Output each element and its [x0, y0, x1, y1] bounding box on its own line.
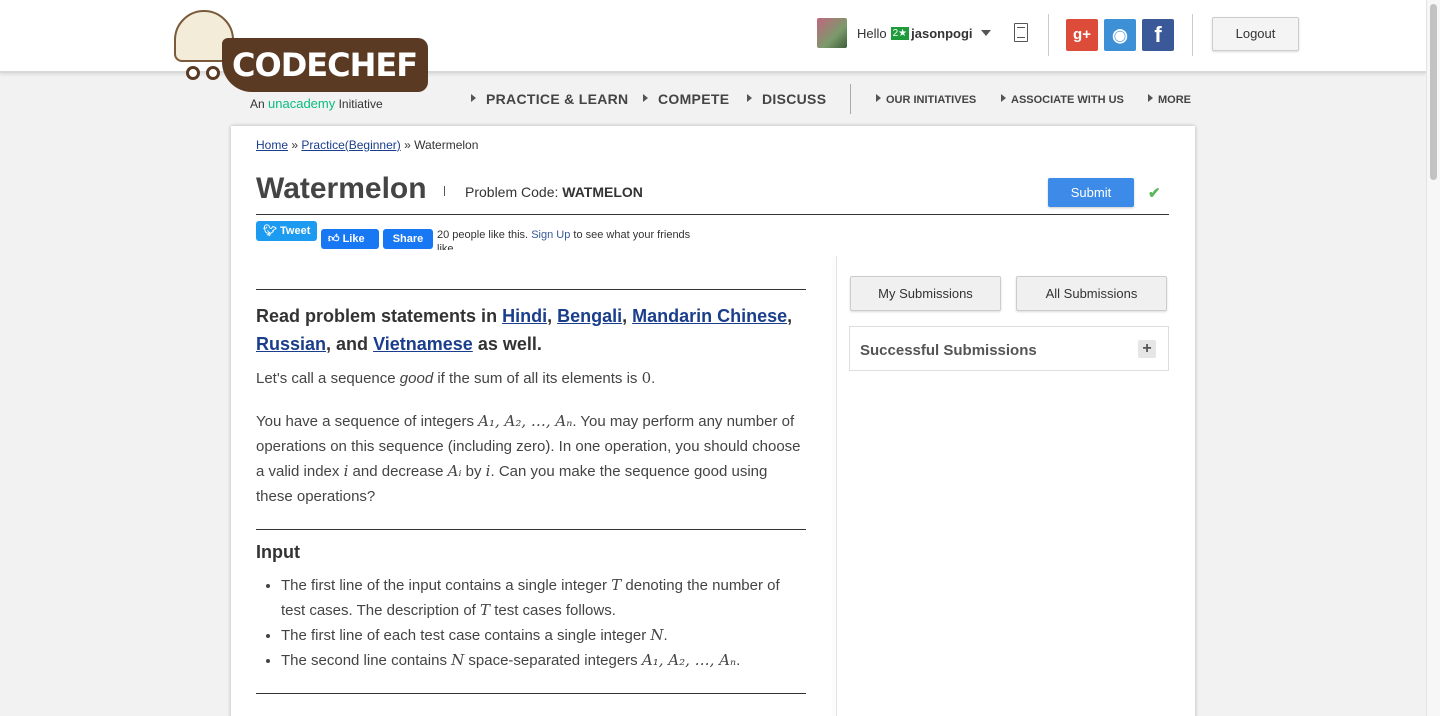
- problem-title: Watermelon: [256, 172, 427, 205]
- triangle-right-icon: [1001, 94, 1006, 102]
- triangle-right-icon: [876, 94, 881, 102]
- logo-tagline: An unacademy Initiative: [250, 96, 383, 111]
- title-divider: [444, 186, 445, 196]
- twitter-bird-icon: 🐦︎: [263, 225, 281, 237]
- breadcrumb-practice-link[interactable]: Practice(Beginner): [301, 138, 400, 152]
- column-divider: [836, 256, 837, 716]
- logo-wordmark: CODECHEF: [222, 38, 428, 92]
- expand-plus-icon[interactable]: +: [1138, 340, 1156, 358]
- successful-submissions-panel[interactable]: Successful Submissions +: [849, 326, 1169, 371]
- successful-submissions-title: Successful Submissions: [860, 342, 1037, 359]
- nav-discuss[interactable]: DISCUSS: [747, 91, 826, 107]
- problem-card: Home » Practice(Beginner) » Watermelon W…: [231, 126, 1195, 716]
- avatar[interactable]: [817, 18, 847, 48]
- lang-link-russian[interactable]: Russian: [256, 334, 326, 354]
- breadcrumb: Home » Practice(Beginner) » Watermelon: [256, 138, 479, 152]
- lang-link-bengali[interactable]: Bengali: [557, 306, 622, 326]
- section-rule: [256, 693, 806, 694]
- nav-compete[interactable]: COMPETE: [643, 91, 729, 107]
- hello-text: Hello: [857, 25, 887, 41]
- scrollbar-thumb[interactable]: [1430, 4, 1437, 180]
- list-item: The first line of the input contains a s…: [281, 573, 806, 623]
- facebook-like-count: 20 people like this. Sign Up to see what…: [437, 229, 691, 250]
- nav-associate-with-us[interactable]: ASSOCIATE WITH US: [1001, 94, 1124, 106]
- unacademy-brand: unacademy: [268, 96, 336, 111]
- problem-statement: Read problem statements in Hindi, Bengal…: [256, 289, 806, 694]
- username[interactable]: jasonpogi: [911, 26, 972, 41]
- facebook-like-button[interactable]: 👍︎ Like: [321, 229, 379, 249]
- triangle-right-icon: [1148, 94, 1153, 102]
- logout-button[interactable]: Logout: [1212, 17, 1299, 51]
- codechef-logo[interactable]: CODECHEF An unacademy Initiative: [170, 8, 432, 114]
- nav-our-initiatives[interactable]: OUR INITIATIVES: [876, 94, 976, 106]
- breadcrumb-home-link[interactable]: Home: [256, 138, 288, 152]
- nav-more[interactable]: MORE: [1148, 94, 1191, 106]
- google-plus-icon[interactable]: g+: [1066, 19, 1098, 51]
- page-scrollbar[interactable]: [1426, 0, 1440, 716]
- notes-icon[interactable]: [1014, 23, 1028, 42]
- github-icon[interactable]: ◉: [1104, 19, 1136, 51]
- solved-check-icon: ✔: [1148, 185, 1161, 202]
- thumbs-up-icon: 👍︎: [328, 233, 343, 245]
- problem-code: Problem Code: WATMELON: [465, 184, 643, 200]
- lang-link-mandarin[interactable]: Mandarin Chinese: [632, 306, 787, 326]
- statement-paragraph: Let's call a sequence good if the sum of…: [256, 369, 656, 387]
- facebook-signup-link[interactable]: Sign Up: [531, 229, 570, 241]
- triangle-right-icon: [643, 94, 648, 102]
- lang-link-hindi[interactable]: Hindi: [502, 306, 547, 326]
- section-rule: [256, 529, 806, 530]
- rating-stars-badge: 2★: [890, 26, 910, 40]
- facebook-icon[interactable]: f: [1142, 19, 1174, 51]
- facebook-share-button[interactable]: Share: [383, 229, 433, 249]
- title-rule: [256, 214, 1169, 215]
- triangle-right-icon: [471, 94, 476, 102]
- input-heading: Input: [256, 542, 300, 562]
- triangle-right-icon: [747, 94, 752, 102]
- language-links: Read problem statements in Hindi, Bengal…: [256, 306, 793, 354]
- divider: [1192, 14, 1193, 56]
- chevron-down-icon[interactable]: [980, 30, 991, 36]
- submit-button[interactable]: Submit: [1048, 178, 1134, 207]
- lang-link-vietnamese[interactable]: Vietnamese: [373, 334, 473, 354]
- nav-divider: [850, 84, 851, 114]
- nav-practice-learn[interactable]: PRACTICE & LEARN: [471, 91, 628, 107]
- list-item: The second line contains N space-separat…: [281, 648, 806, 673]
- divider: [1048, 14, 1049, 56]
- user-menu[interactable]: Hello 2★ jasonpogi: [817, 18, 991, 48]
- all-submissions-button[interactable]: All Submissions: [1016, 276, 1167, 311]
- list-item: The first line of each test case contain…: [281, 623, 806, 648]
- section-rule: [256, 289, 806, 290]
- tweet-button[interactable]: 🐦︎ Tweet: [256, 221, 317, 241]
- my-submissions-button[interactable]: My Submissions: [850, 276, 1001, 311]
- input-spec-list: The first line of the input contains a s…: [256, 573, 806, 673]
- breadcrumb-current: Watermelon: [414, 138, 479, 152]
- statement-paragraph: You have a sequence of integers A₁, A₂, …: [256, 412, 801, 505]
